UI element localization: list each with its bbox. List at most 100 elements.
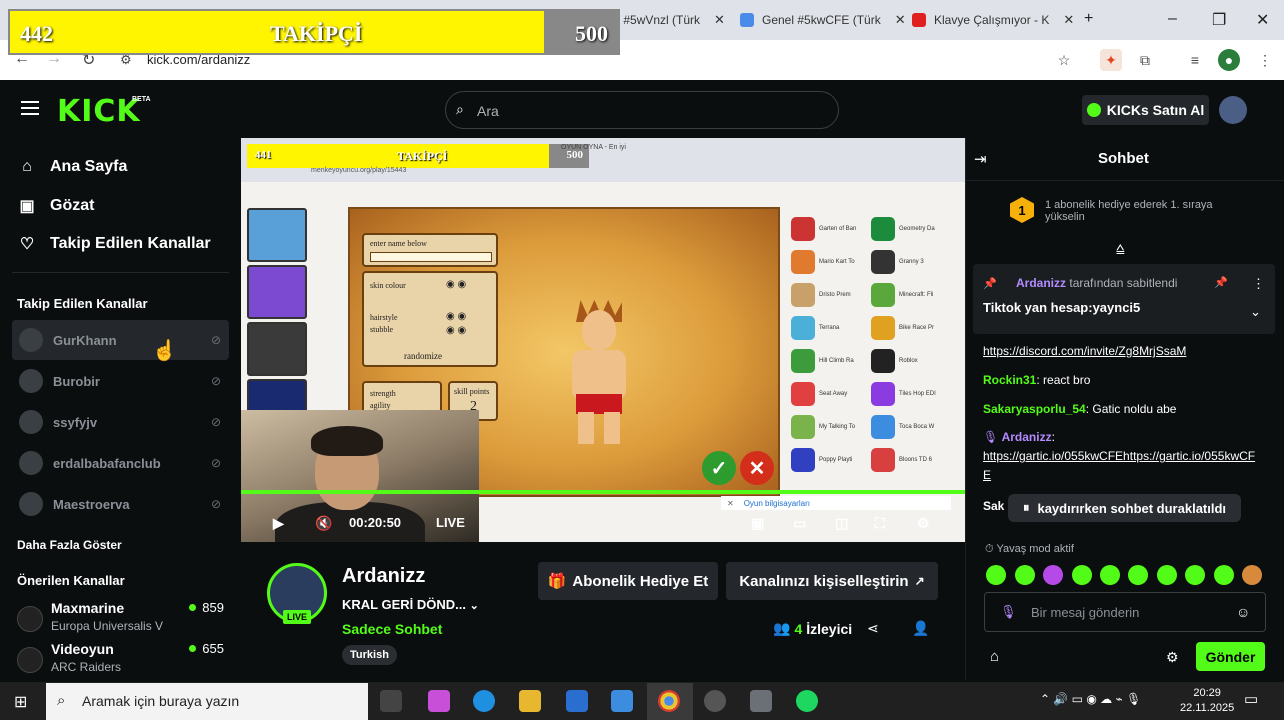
clip-icon[interactable]: ▣: [751, 515, 764, 532]
game-item[interactable]: Minecraft: Fli: [871, 280, 949, 310]
nav-home[interactable]: ⌂ Ana Sayfa: [18, 158, 127, 176]
emote-icon[interactable]: [1072, 565, 1092, 585]
stream-category[interactable]: Sadece Sohbet: [342, 621, 442, 637]
close-window-icon[interactable]: ✕: [1256, 10, 1269, 30]
followed-channel[interactable]: erdalbabafanclub ⊘: [12, 443, 229, 483]
followed-channel[interactable]: GurKhann ⊘: [12, 320, 229, 360]
skin-arrows-icon[interactable]: ◉ ◉: [446, 279, 466, 290]
game-item[interactable]: Garten of Ban: [791, 214, 869, 244]
user-avatar[interactable]: [1219, 96, 1247, 124]
video-progress-bar[interactable]: [241, 490, 965, 494]
emote-icon[interactable]: [1185, 565, 1205, 585]
name-input[interactable]: [370, 252, 492, 262]
edge-icon[interactable]: [473, 690, 495, 712]
emote-icon[interactable]: [986, 565, 1006, 585]
game-item[interactable]: Toca Boca W: [871, 412, 949, 442]
search-input[interactable]: [445, 91, 839, 129]
game-item[interactable]: Roblox: [871, 346, 949, 376]
chat-paused-banner[interactable]: ⏸ kaydırırken sohbet duraklatıldı: [1008, 494, 1241, 522]
emote-icon[interactable]: [1157, 565, 1177, 585]
cancel-icon[interactable]: ✕: [740, 451, 774, 485]
game-item[interactable]: Hill Climb Ra: [791, 346, 869, 376]
send-button[interactable]: Gönder: [1196, 642, 1265, 671]
collapse-chat-icon[interactable]: ⇥: [974, 150, 987, 168]
share-icon[interactable]: ⋖: [867, 620, 879, 637]
menu-dots-icon[interactable]: ⋮: [1254, 49, 1276, 71]
game-item[interactable]: Terrana: [791, 313, 869, 343]
emote-icon[interactable]: [1128, 565, 1148, 585]
chevron-down-icon[interactable]: ⌄: [470, 600, 479, 612]
recommended-channel[interactable]: Videoyun ARC Raiders 655: [17, 641, 229, 681]
theater-icon[interactable]: ▭: [793, 515, 806, 532]
language-tag[interactable]: Turkish: [342, 645, 397, 665]
game-item[interactable]: Granny 3: [871, 247, 949, 277]
kick-logo[interactable]: KICK: [57, 94, 141, 129]
followed-channel[interactable]: ssyfyjv ⊘: [12, 402, 229, 442]
game-item[interactable]: Bike Race Pr: [871, 313, 949, 343]
more-options-icon[interactable]: ⋮: [1252, 276, 1265, 292]
nav-following[interactable]: ♡ Takip Edilen Kanallar: [18, 234, 211, 254]
emote-icon[interactable]: [1100, 565, 1120, 585]
game-item[interactable]: Mario Kart To: [791, 247, 869, 277]
mail-icon[interactable]: [611, 690, 633, 712]
nav-browse[interactable]: ▣ Gözat: [18, 196, 94, 216]
game-item[interactable]: My Talking To: [791, 412, 869, 442]
unpin-icon[interactable]: 📌: [1214, 276, 1228, 289]
clock[interactable]: 20:29 22.11.2025: [1180, 686, 1234, 716]
customize-channel-button[interactable]: Kanalınızı kişiselleştirin ↗: [726, 562, 938, 600]
close-tab-icon[interactable]: ✕: [895, 12, 906, 28]
settings-icon[interactable]: ⚙: [917, 515, 930, 532]
close-icon[interactable]: ✕: [727, 499, 734, 508]
stubble-arrows-icon[interactable]: ◉ ◉: [446, 325, 466, 336]
chrome-icon[interactable]: [658, 690, 680, 712]
gift-sub-button[interactable]: 🎁 Abonelik Hediye Et: [538, 562, 718, 600]
play-icon[interactable]: ▶: [273, 515, 284, 532]
maximize-icon[interactable]: ❐: [1212, 10, 1226, 30]
system-tray-icons[interactable]: ⌃ 🔊 ▭ ◉ ☁ ⌁ 🎙: [1040, 692, 1141, 706]
live-indicator[interactable]: LIVE: [436, 515, 465, 530]
emoji-icon[interactable]: ☺: [1236, 604, 1250, 620]
bookmark-star-icon[interactable]: ☆: [1053, 49, 1075, 71]
app-icon[interactable]: [750, 690, 772, 712]
close-tab-icon[interactable]: ✕: [1063, 12, 1074, 28]
emote-icon[interactable]: [1015, 565, 1035, 585]
new-tab-icon[interactable]: +: [1084, 10, 1093, 28]
media-icon[interactable]: ≡: [1184, 49, 1206, 71]
profile-icon[interactable]: ●: [1218, 49, 1240, 71]
streamer-name[interactable]: Ardanizz: [342, 565, 425, 588]
game-item[interactable]: Seat Away: [791, 379, 869, 409]
game-item[interactable]: Geometry Da: [871, 214, 949, 244]
chat-settings-icon[interactable]: ⚙: [1166, 649, 1179, 666]
browser-tab-2[interactable]: Genel #5kwCFE (Türk ✕: [740, 8, 906, 32]
chevron-down-icon[interactable]: ⌄: [1250, 304, 1261, 320]
menu-icon[interactable]: [21, 101, 39, 115]
windows-start-icon[interactable]: ⊞: [14, 692, 27, 712]
extensions-icon[interactable]: ⧉: [1134, 49, 1156, 71]
show-more-link[interactable]: Daha Fazla Göster: [17, 538, 122, 552]
game-item[interactable]: Poppy Playti: [791, 445, 869, 475]
task-view-icon[interactable]: [380, 690, 402, 712]
video-player[interactable]: 441 TAKİPÇİ 500 OYUN OYNA - En iyi menke…: [241, 138, 965, 542]
emote-icon[interactable]: [1242, 565, 1262, 585]
emote-icon[interactable]: [1043, 565, 1063, 585]
pip-icon[interactable]: ◫: [835, 515, 848, 532]
store-icon[interactable]: ⌂: [990, 648, 999, 665]
game-item[interactable]: Tiles Hop EDI: [871, 379, 949, 409]
browser-tab-3[interactable]: Klavye Çalışmıyor - K ✕: [912, 8, 1074, 32]
store-app-icon[interactable]: [566, 690, 588, 712]
copilot-icon[interactable]: [428, 690, 450, 712]
speedtest-icon[interactable]: [704, 690, 726, 712]
followed-channel[interactable]: Burobir ⊘: [12, 361, 229, 401]
pinned-message[interactable]: [973, 264, 1275, 334]
game-item[interactable]: Dristo Prem: [791, 280, 869, 310]
hair-arrows-icon[interactable]: ◉ ◉: [446, 311, 466, 322]
mute-icon[interactable]: 🔇: [315, 515, 332, 532]
fullscreen-icon[interactable]: ⛶: [875, 515, 885, 532]
spotify-icon[interactable]: [796, 690, 818, 712]
followed-channel[interactable]: Maestroerva ⊘: [12, 484, 229, 524]
confirm-icon[interactable]: ✓: [702, 451, 736, 485]
minimize-icon[interactable]: –: [1168, 10, 1177, 28]
close-tab-icon[interactable]: ✕: [714, 12, 725, 28]
chat-filter-icon[interactable]: ⩠: [1116, 240, 1125, 257]
buy-kicks-button[interactable]: KICKs Satın Al: [1082, 95, 1209, 125]
